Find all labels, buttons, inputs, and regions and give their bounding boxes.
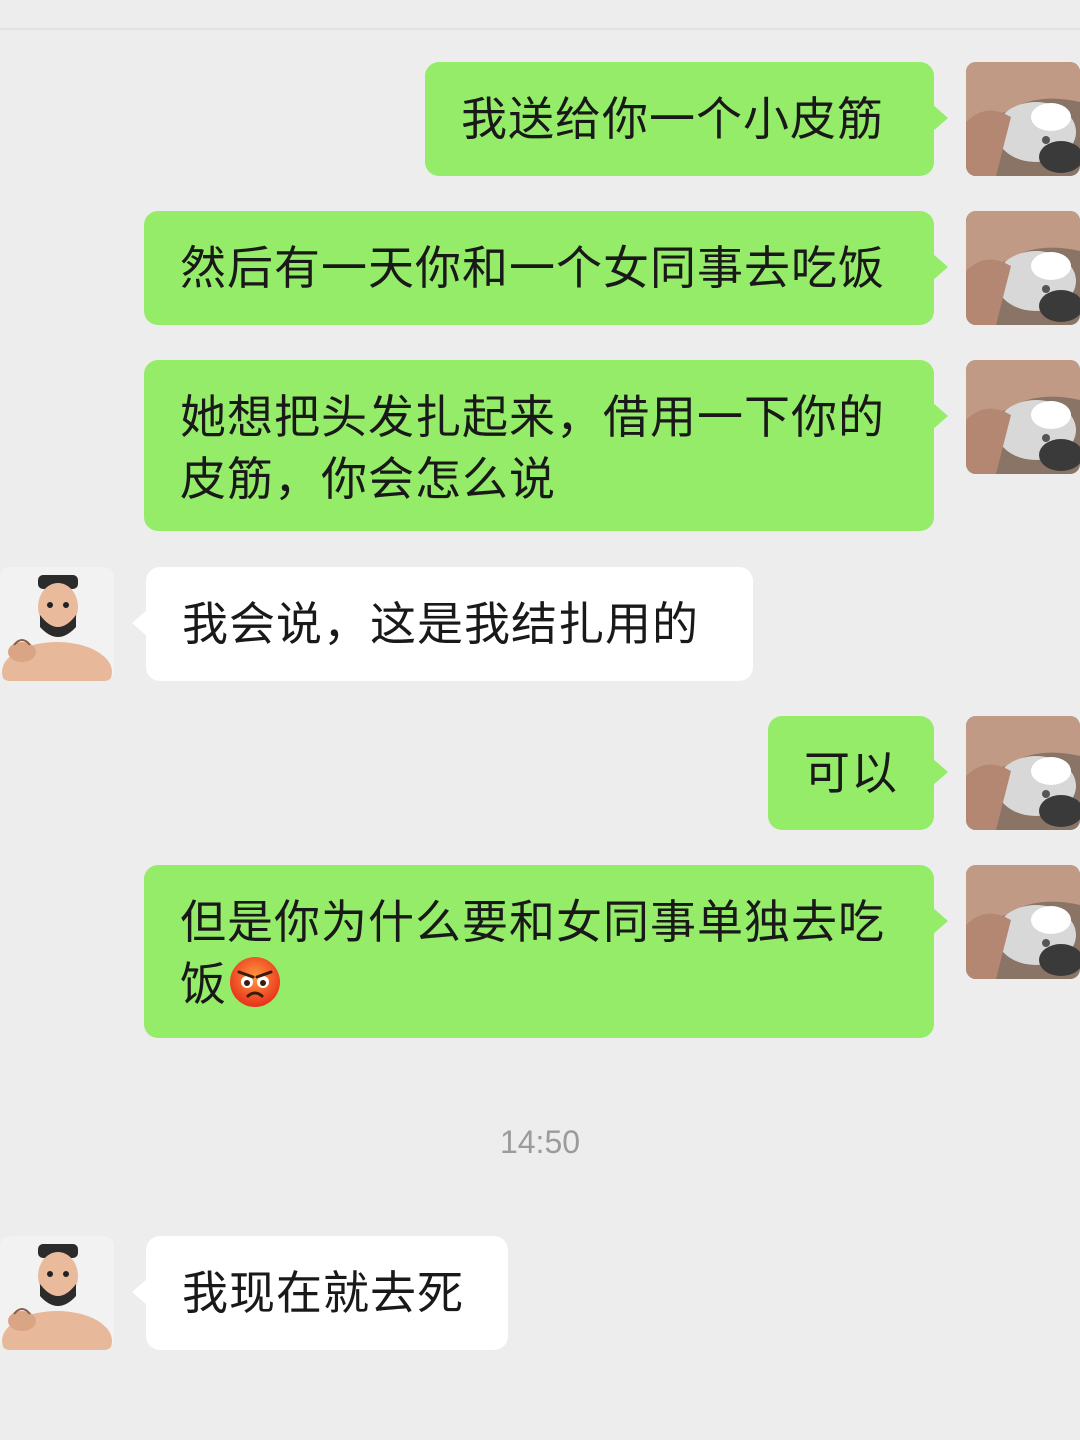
cat-photo-icon — [966, 211, 1080, 325]
message-bubble-sent[interactable]: 可以 — [768, 716, 948, 830]
message-text: 我送给你一个小皮筋 — [461, 92, 884, 146]
cat-photo-avatar[interactable] — [966, 62, 1080, 176]
message-bubble-received[interactable]: 我现在就去死 — [132, 1236, 508, 1350]
cat-photo-icon — [966, 360, 1080, 474]
angry-face-icon — [229, 956, 281, 1008]
cat-photo-avatar[interactable] — [966, 865, 1080, 979]
message-text: 我会说，这是我结扎用的 — [182, 597, 699, 651]
cartoon-man-avatar[interactable] — [0, 1236, 114, 1350]
message-bubble-sent[interactable]: 但是你为什么要和女同事单独去吃饭 — [144, 865, 948, 1038]
cat-photo-avatar[interactable] — [966, 360, 1080, 474]
cat-photo-avatar[interactable] — [966, 211, 1080, 325]
message-bubble-sent[interactable]: 然后有一天你和一个女同事去吃饭 — [144, 211, 948, 325]
message-bubble-received[interactable]: 我会说，这是我结扎用的 — [132, 567, 753, 681]
message-text: 然后有一天你和一个女同事去吃饭 — [180, 241, 885, 295]
message-text: 但是你为什么要和女同事单独去吃饭 — [180, 895, 885, 1011]
message-text: 可以 — [804, 746, 898, 800]
message-text: 我现在就去死 — [182, 1266, 464, 1320]
top-divider — [0, 28, 1080, 30]
cartoon-man-avatar[interactable] — [0, 567, 114, 681]
message-bubble-sent[interactable]: 她想把头发扎起来，借用一下你的皮筋，你会怎么说 — [144, 360, 948, 531]
cat-photo-avatar[interactable] — [966, 716, 1080, 830]
cat-photo-icon — [966, 865, 1080, 979]
cartoon-man-icon — [0, 567, 114, 681]
cartoon-man-icon — [0, 1236, 114, 1350]
cat-photo-icon — [966, 62, 1080, 176]
cat-photo-icon — [966, 716, 1080, 830]
message-bubble-sent[interactable]: 我送给你一个小皮筋 — [425, 62, 948, 176]
chat-timestamp: 14:50 — [499, 1124, 581, 1160]
message-text: 她想把头发扎起来，借用一下你的皮筋，你会怎么说 — [180, 390, 885, 506]
